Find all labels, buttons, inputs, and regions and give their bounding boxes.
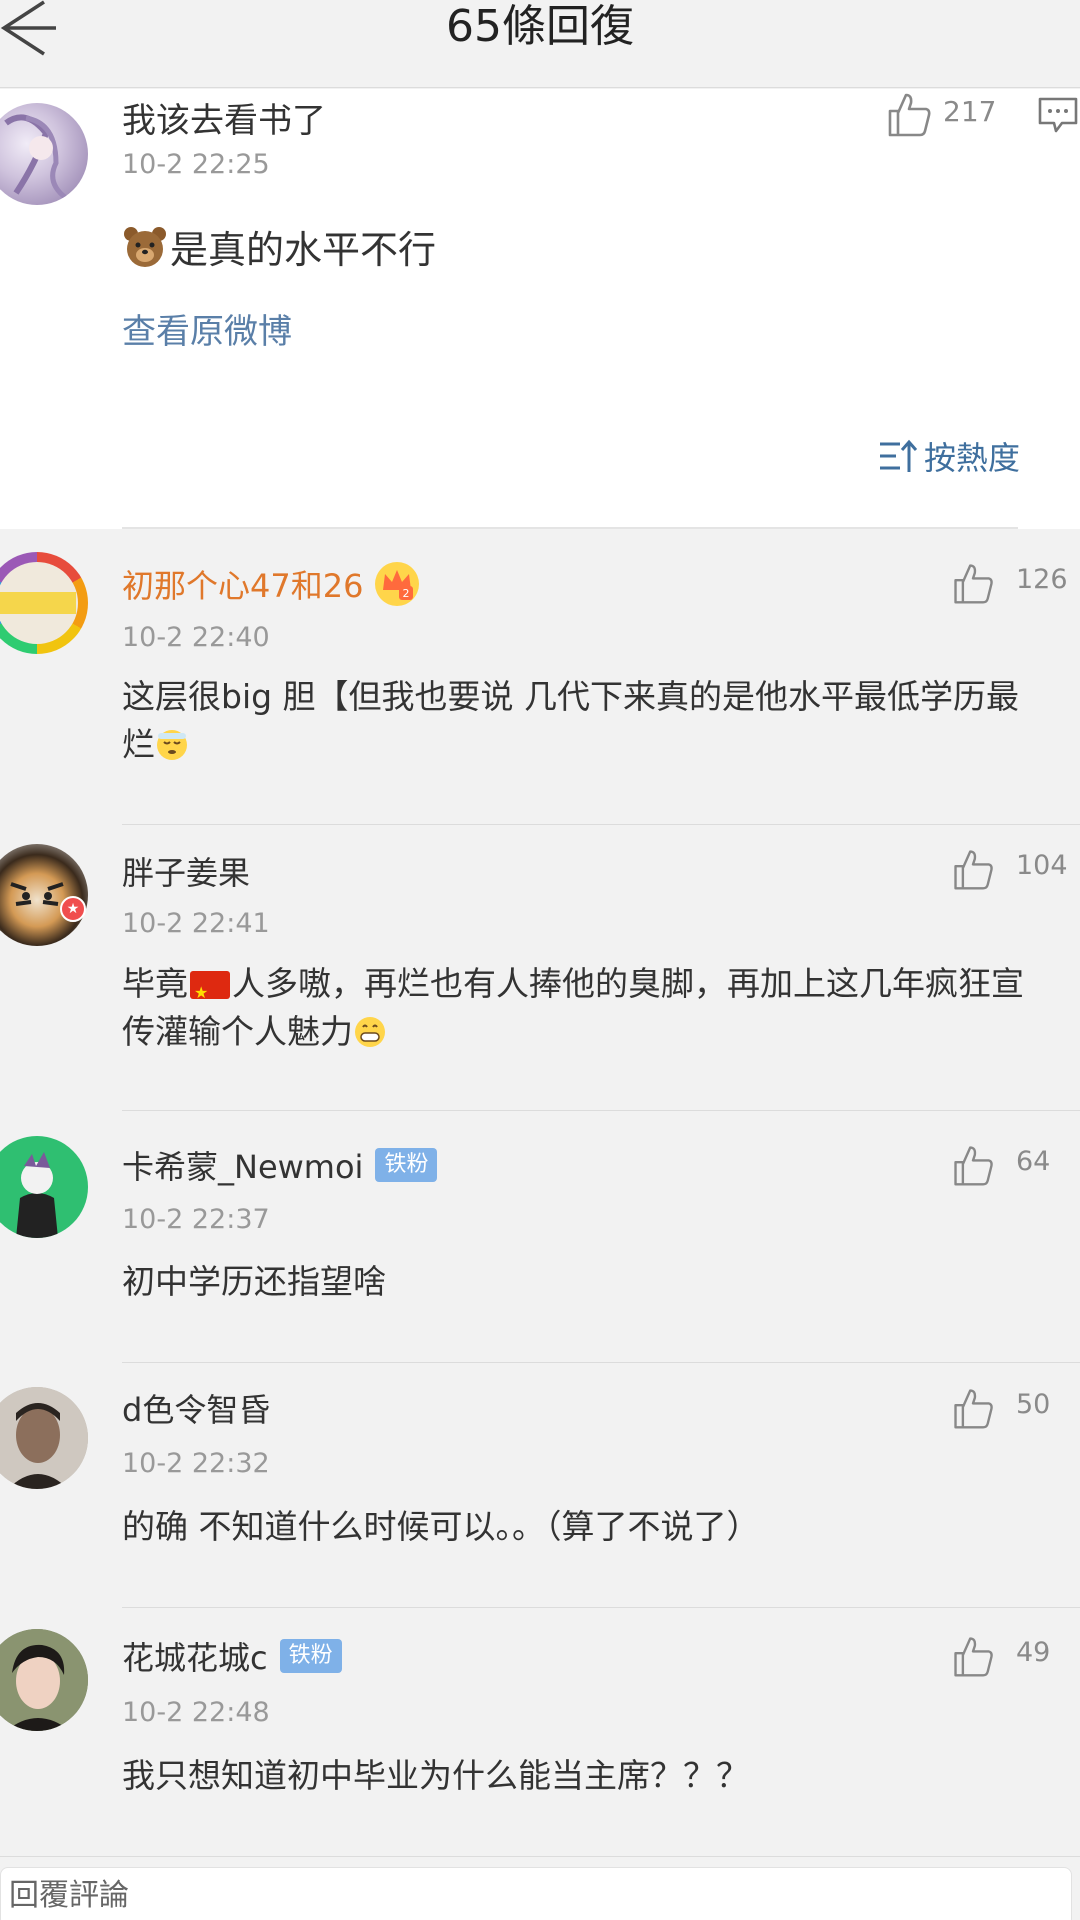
crown-badge-icon: 2 — [375, 562, 420, 606]
sort-by-popularity-button[interactable]: 按熱度 — [878, 434, 1020, 478]
avatar[interactable] — [0, 1387, 88, 1489]
header-bar: 65條回復 — [0, 0, 1080, 88]
comment-time: 10-2 22:41 — [122, 908, 270, 939]
sort-label: 按熱度 — [924, 439, 1021, 477]
portrait-avatar-image — [0, 1629, 88, 1731]
like-count: 126 — [1016, 564, 1068, 595]
like-count: 50 — [1016, 1389, 1051, 1420]
thumbs-up-icon[interactable] — [950, 1633, 996, 1679]
reply-comment-input[interactable]: 回覆評論 — [0, 1867, 1072, 1920]
divider — [122, 527, 1018, 529]
divider — [122, 1110, 1080, 1111]
reply-bar: 回覆評論 — [0, 1856, 1080, 1920]
thumbs-up-icon[interactable] — [950, 846, 996, 892]
thumbs-up-icon[interactable] — [884, 89, 934, 139]
comment-text: 毕竟人多嗷，再烂也有人捧他的臭脚，再加上这几年疯狂宣传灌输个人魅力 — [122, 960, 1042, 1056]
view-original-link[interactable]: 查看原微博 — [122, 304, 292, 353]
like-count: 217 — [943, 95, 997, 128]
comment-item: d色令智昏 10-2 22:32 50 的确 不知道什么时候可以。。（算了不说了… — [0, 1363, 1080, 1608]
thumbs-up-icon[interactable] — [950, 560, 996, 606]
cartoon-avatar-image — [16, 1152, 58, 1238]
portrait-avatar-image — [0, 1387, 88, 1489]
fan-badge: 铁粉 — [279, 1639, 342, 1673]
like-count: 104 — [1016, 850, 1068, 881]
comment-item: 卡希蒙_Newmoi 铁粉 10-2 22:37 64 初中学历还指望啥 — [0, 1112, 1080, 1363]
verified-badge-icon: ★ — [60, 896, 86, 922]
author-name: d色令智昏 — [122, 1391, 271, 1429]
avatar[interactable] — [0, 552, 88, 654]
svg-text:2: 2 — [403, 587, 410, 600]
sleepy-emoji-icon — [157, 730, 187, 760]
comment-item: 花城花城c 铁粉 10-2 22:48 49 我只想知道初中毕业为什么能当主席？… — [0, 1609, 1080, 1839]
comment-item: ★ 胖子姜果 10-2 22:41 104 毕竟人多嗷，再烂也有人捧他的臭脚，再… — [0, 826, 1080, 1111]
comment-author[interactable]: 胖子姜果 — [122, 848, 250, 894]
tiger-avatar-image — [10, 882, 64, 906]
comment-text: 这层很big 胆【但我也要说 几代下来真的是他水平最低学历最烂 — [122, 673, 1042, 769]
comment-time: 10-2 22:32 — [122, 1448, 270, 1479]
china-flag-icon — [190, 969, 230, 1017]
comment-author[interactable]: 花城花城c 铁粉 — [122, 1633, 342, 1679]
comment-text-part1: 毕竟 — [122, 964, 188, 1003]
comment-author[interactable]: 卡希蒙_Newmoi 铁粉 — [122, 1142, 438, 1188]
author-name[interactable]: 我该去看书了 — [122, 93, 326, 142]
sort-icon — [880, 439, 918, 472]
avatar[interactable] — [0, 844, 88, 946]
original-post: 我该去看书了 10-2 22:25 217 是真的水平不行 查看原微博 按熱度 — [0, 89, 1080, 529]
comment-time: 10-2 22:48 — [122, 1697, 270, 1728]
comment-time: 10-2 22:37 — [122, 1204, 270, 1235]
comment-author[interactable]: d色令智昏 — [122, 1385, 270, 1431]
comment-text-part2: 人多嗷，再烂也有人捧他的臭脚，再加上这几年疯狂宣传灌输个人魅力 — [122, 964, 1024, 1051]
comment-icon[interactable] — [1036, 93, 1080, 137]
author-name: 花城花城c — [122, 1639, 268, 1677]
thumbs-up-icon[interactable] — [950, 1385, 996, 1431]
author-name: 卡希蒙_Newmoi — [122, 1148, 364, 1186]
author-name: 初那个心47和26 — [122, 567, 364, 605]
like-count: 49 — [1016, 1637, 1051, 1668]
page-title: 65條回復 — [446, 1, 634, 52]
like-count: 64 — [1016, 1146, 1051, 1177]
thumbs-up-icon[interactable] — [950, 1142, 996, 1188]
comment-text-content: 这层很big 胆【但我也要说 几代下来真的是他水平最低学历最烂 — [122, 677, 1020, 764]
post-text: 是真的水平不行 — [122, 219, 436, 274]
comment-text: 的确 不知道什么时候可以。。（算了不说了） — [122, 1507, 760, 1546]
comment-text: 我只想知道初中毕业为什么能当主席？？？ — [122, 1756, 749, 1795]
comment-item: 初那个心47和26 2 10-2 22:40 126 这层很big 胆【但我也要… — [0, 540, 1080, 825]
divider — [122, 1607, 1080, 1608]
avatar[interactable] — [0, 1136, 88, 1238]
divider — [122, 824, 1080, 825]
comment-author[interactable]: 初那个心47和26 2 — [122, 560, 421, 608]
avatar[interactable] — [0, 103, 88, 205]
post-text-content: 是真的水平不行 — [170, 228, 437, 272]
comment-text: 初中学历还指望啥 — [122, 1262, 386, 1301]
author-name: 胖子姜果 — [122, 854, 251, 892]
fan-badge: 铁粉 — [375, 1148, 438, 1182]
avatar-image — [4, 114, 68, 200]
bear-face-icon — [124, 226, 166, 267]
comment-time: 10-2 22:40 — [122, 622, 270, 653]
avatar[interactable] — [0, 1629, 88, 1731]
post-time: 10-2 22:25 — [122, 149, 270, 180]
grinning-emoji-icon — [355, 1017, 385, 1047]
